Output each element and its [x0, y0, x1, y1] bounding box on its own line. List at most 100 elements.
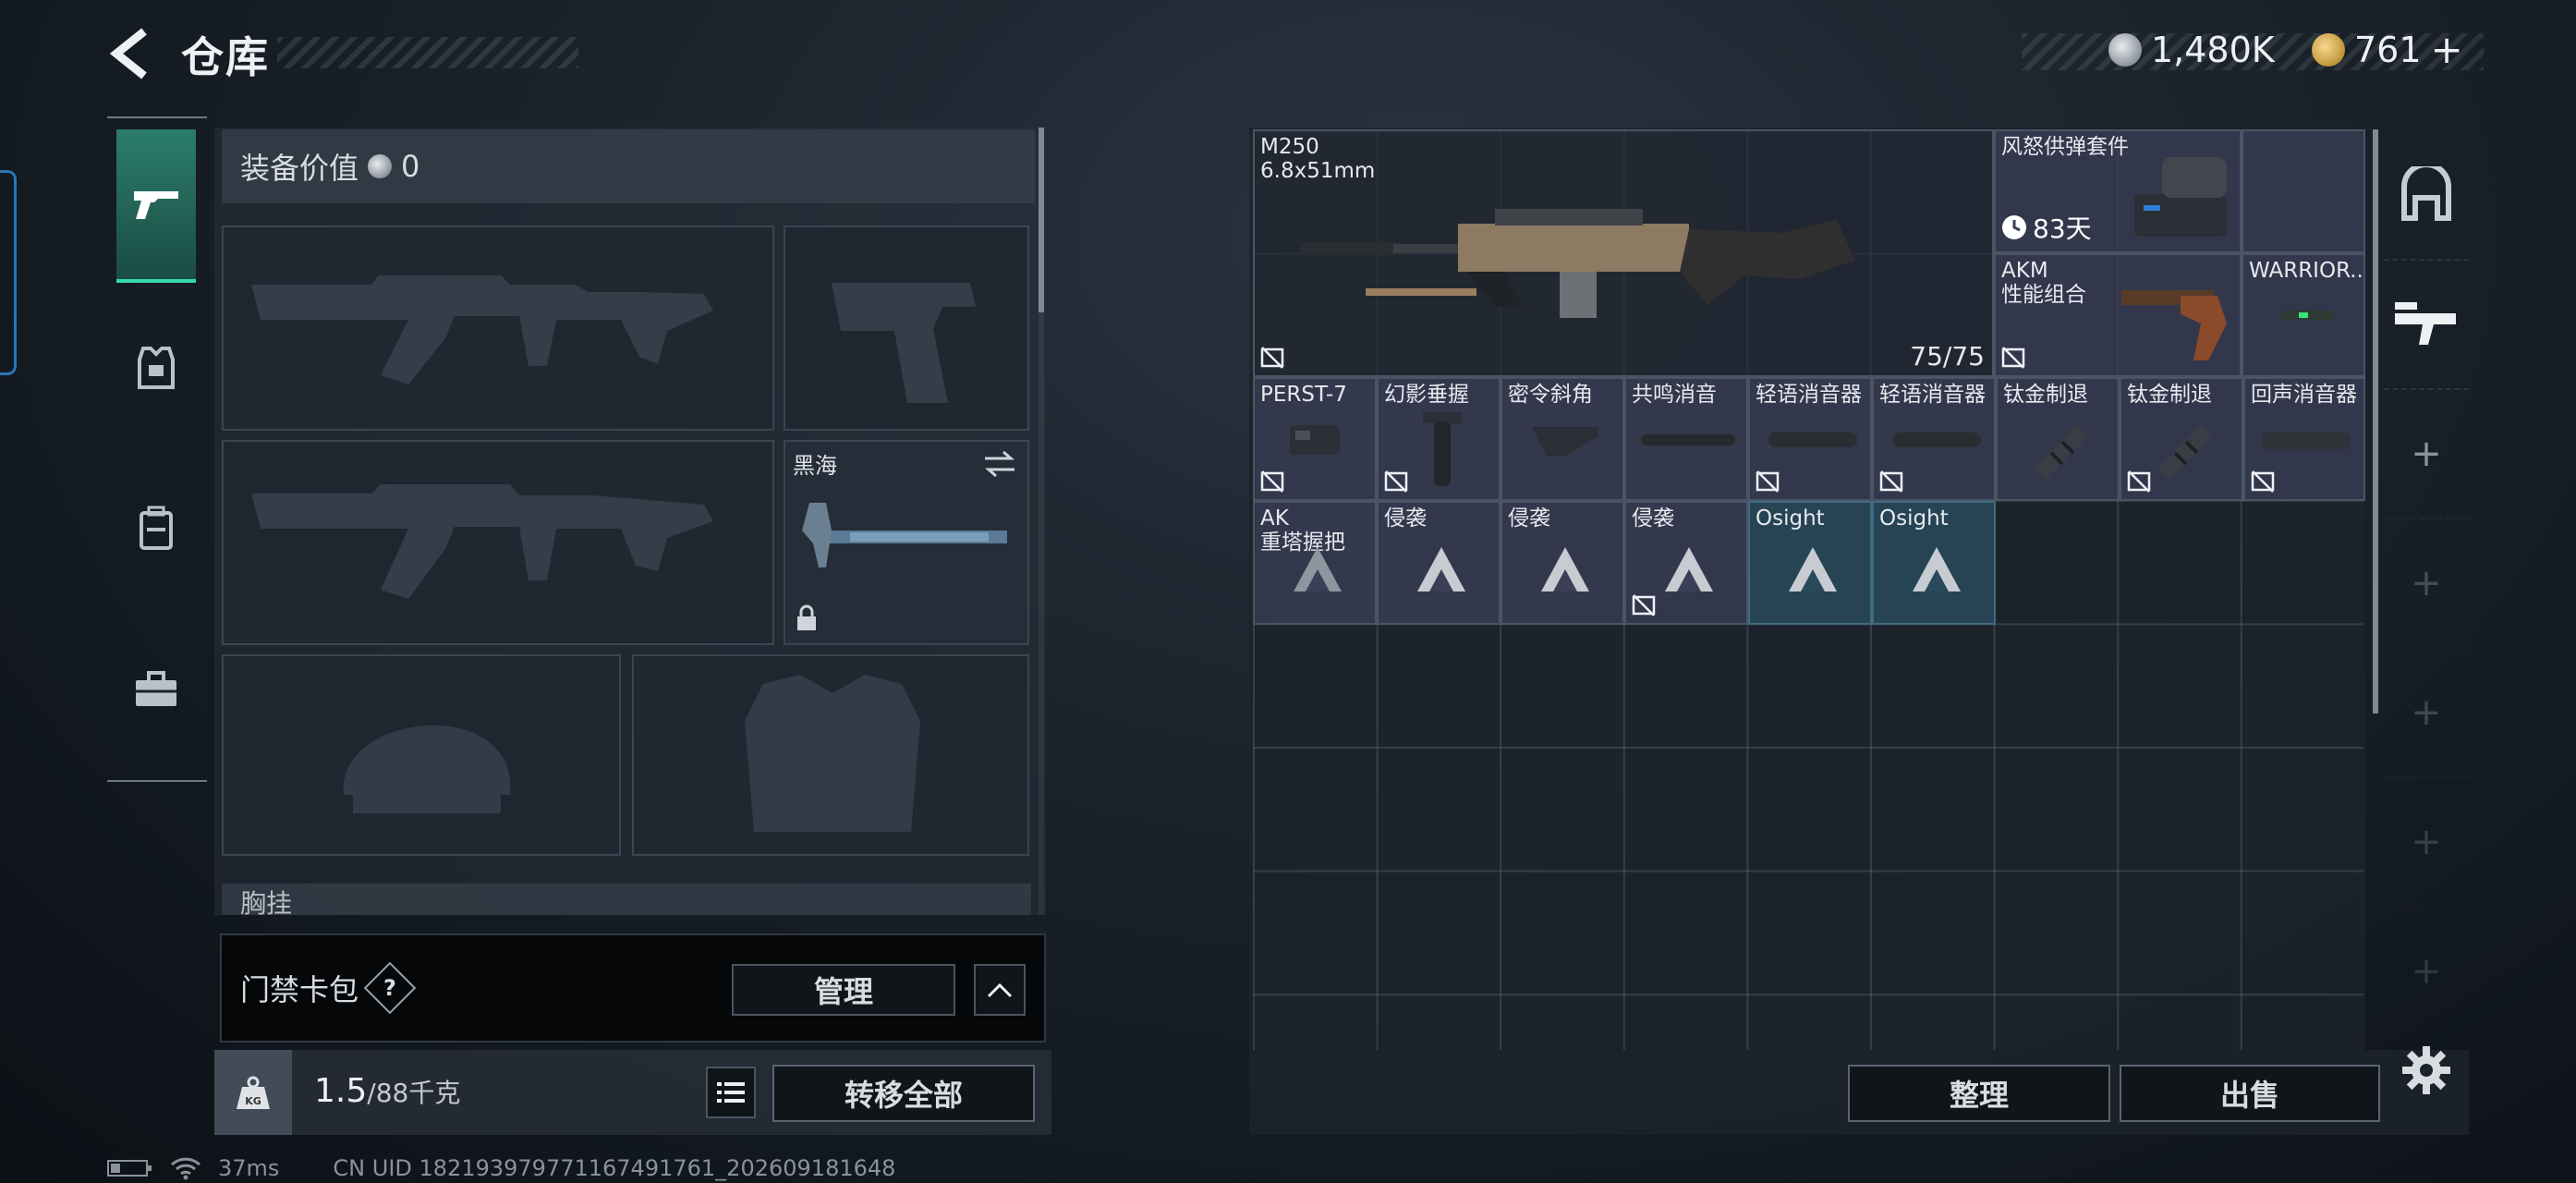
no-insure-icon — [1260, 470, 1284, 493]
side-drawer-handle[interactable] — [0, 170, 17, 375]
add-currency-button[interactable]: + — [2431, 30, 2463, 69]
item-akm-performance-kit[interactable]: AKM 性能组合 — [1994, 253, 2242, 377]
list-view-button[interactable] — [706, 1067, 756, 1118]
no-insure-icon — [2001, 347, 2025, 369]
item-titanium-brake-1[interactable]: 钛金制退 — [1996, 377, 2120, 501]
swap-icon[interactable] — [981, 449, 1018, 479]
add-storage-slot[interactable]: + — [2384, 518, 2469, 647]
lock-icon — [797, 604, 816, 630]
item-whisper-suppressor-1[interactable]: 轻语消音器 — [1748, 377, 1872, 501]
weapon-preset-icon — [2395, 302, 2456, 345]
item-invasion-3[interactable]: 侵袭 — [1624, 501, 1748, 625]
add-storage-slot[interactable]: + — [2384, 906, 2469, 1035]
feed-kit-icon — [2134, 157, 2227, 237]
no-insure-icon — [1384, 470, 1408, 493]
item-m250[interactable]: M250 6.8x51mm 75/75 — [1253, 129, 1994, 377]
gear-icon[interactable] — [2400, 1044, 2452, 1096]
suppressor-icon — [1768, 433, 1857, 447]
suppressor-icon — [2262, 433, 2351, 449]
helmet-silhouette-icon — [343, 725, 511, 813]
weight-icon: KG — [214, 1050, 292, 1135]
no-insure-icon — [1632, 594, 1656, 616]
rarity-triangle-icon — [1294, 547, 1342, 592]
tab-armor[interactable] — [116, 323, 196, 412]
add-storage-slot[interactable]: + — [2384, 776, 2469, 906]
collapse-button[interactable] — [974, 964, 1026, 1016]
suppressor-icon — [1641, 434, 1735, 445]
item-ak-heavy-grip[interactable]: AK 重塔握把 — [1253, 501, 1377, 625]
manage-button[interactable]: 管理 — [732, 964, 955, 1016]
battery-icon — [107, 1160, 152, 1177]
side-tab-weapon-preset[interactable] — [2384, 259, 2469, 388]
suppressor-icon — [1892, 433, 1981, 447]
item-fury-feed-kit[interactable]: 风怒供弹套件 83天 — [1994, 129, 2242, 253]
secondary-weapon-slot[interactable] — [222, 440, 774, 645]
no-insure-icon — [2127, 470, 2151, 493]
tab-tools[interactable] — [116, 645, 196, 734]
ping-value: 37ms — [218, 1155, 280, 1181]
item-osight-2[interactable]: Osight — [1872, 501, 1996, 625]
svg-text:KG: KG — [245, 1095, 261, 1107]
equipment-scroll-thumb[interactable] — [1039, 128, 1044, 312]
list-icon — [717, 1082, 745, 1103]
add-storage-slot[interactable]: + — [2384, 388, 2469, 518]
transfer-all-button[interactable]: 转移全部 — [772, 1065, 1035, 1122]
item-whisper-suppressor-2[interactable]: 轻语消音器 — [1872, 377, 1996, 501]
sort-button[interactable]: 整理 — [1848, 1065, 2110, 1122]
primary-weapon-slot[interactable] — [222, 226, 774, 431]
sell-button[interactable]: 出售 — [2120, 1065, 2380, 1122]
helmet-slot[interactable] — [222, 654, 621, 856]
side-tab-safebox[interactable] — [2384, 129, 2469, 259]
storage-scrollbar[interactable] — [2373, 129, 2378, 713]
item-invasion-1[interactable]: 侵袭 — [1377, 501, 1501, 625]
armor-silhouette-icon — [745, 675, 920, 832]
item-name: WARRIOR... — [2249, 259, 2365, 283]
weight-value: 1.5/88千克 — [314, 1072, 461, 1110]
machine-gun-icon — [1301, 209, 1855, 318]
silver-amount: 1,480K — [2151, 30, 2275, 70]
tab-weapons[interactable] — [116, 129, 196, 283]
safe-icon — [2401, 166, 2451, 221]
item-echo-suppressor[interactable]: 回声消音器 — [2243, 377, 2365, 501]
item-angled-grip[interactable]: 密令斜角 — [1501, 377, 1624, 501]
rifle-silhouette-icon — [251, 484, 713, 599]
item-phantom-grip[interactable]: 幻影垂握 — [1377, 377, 1501, 501]
silver-coin-icon — [2108, 33, 2142, 67]
rarity-triangle-icon — [1789, 547, 1837, 592]
equipment-value-bar: 装备价值 0 — [222, 129, 1035, 203]
help-icon[interactable]: ? — [363, 961, 417, 1015]
item-invasion-2[interactable]: 侵袭 — [1501, 501, 1624, 625]
muzzle-brake-icon — [2035, 425, 2088, 479]
chest-rig-section[interactable]: 胸挂 — [222, 884, 1031, 915]
ammo-count: 75/75 — [1910, 341, 1985, 372]
backpack-icon — [140, 506, 173, 550]
muzzle-brake-icon — [2158, 425, 2212, 479]
item-titanium-brake-2[interactable]: 钛金制退 — [2120, 377, 2243, 501]
angled-grip-icon — [1532, 427, 1598, 457]
silver-coin-icon — [368, 154, 393, 178]
tab-backpack[interactable] — [116, 484, 196, 573]
clock-icon — [2002, 215, 2026, 239]
melee-slot[interactable]: 黑海 — [784, 440, 1029, 645]
item-perst-7[interactable]: PERST-7 — [1253, 377, 1377, 501]
sidearm-slot[interactable] — [784, 226, 1029, 431]
rarity-triangle-icon — [1541, 547, 1589, 592]
gold-amount: 761 — [2354, 30, 2422, 70]
toolbox-icon — [136, 671, 176, 706]
silver-currency[interactable]: 1,480K — [2108, 30, 2275, 70]
back-arrow-icon[interactable] — [103, 26, 159, 81]
weight-kg-icon: KG — [237, 1076, 270, 1109]
item-osight-1[interactable]: Osight — [1748, 501, 1872, 625]
chest-rig-label: 胸挂 — [240, 888, 293, 915]
gold-currency[interactable]: 761 + — [2312, 30, 2463, 70]
equipment-value-label: 装备价值 — [240, 151, 359, 186]
item-warrior[interactable]: WARRIOR... — [2242, 253, 2365, 377]
add-storage-slot[interactable]: + — [2384, 647, 2469, 776]
armor-slot[interactable] — [632, 654, 1029, 856]
access-card-label: 门禁卡包 — [240, 972, 359, 1007]
pistol-icon — [134, 191, 178, 219]
no-insure-icon — [1756, 470, 1780, 493]
melee-name: 黑海 — [793, 453, 837, 479]
empty-cell[interactable] — [2242, 129, 2365, 253]
item-resonance-suppressor[interactable]: 共鸣消音 — [1624, 377, 1748, 501]
